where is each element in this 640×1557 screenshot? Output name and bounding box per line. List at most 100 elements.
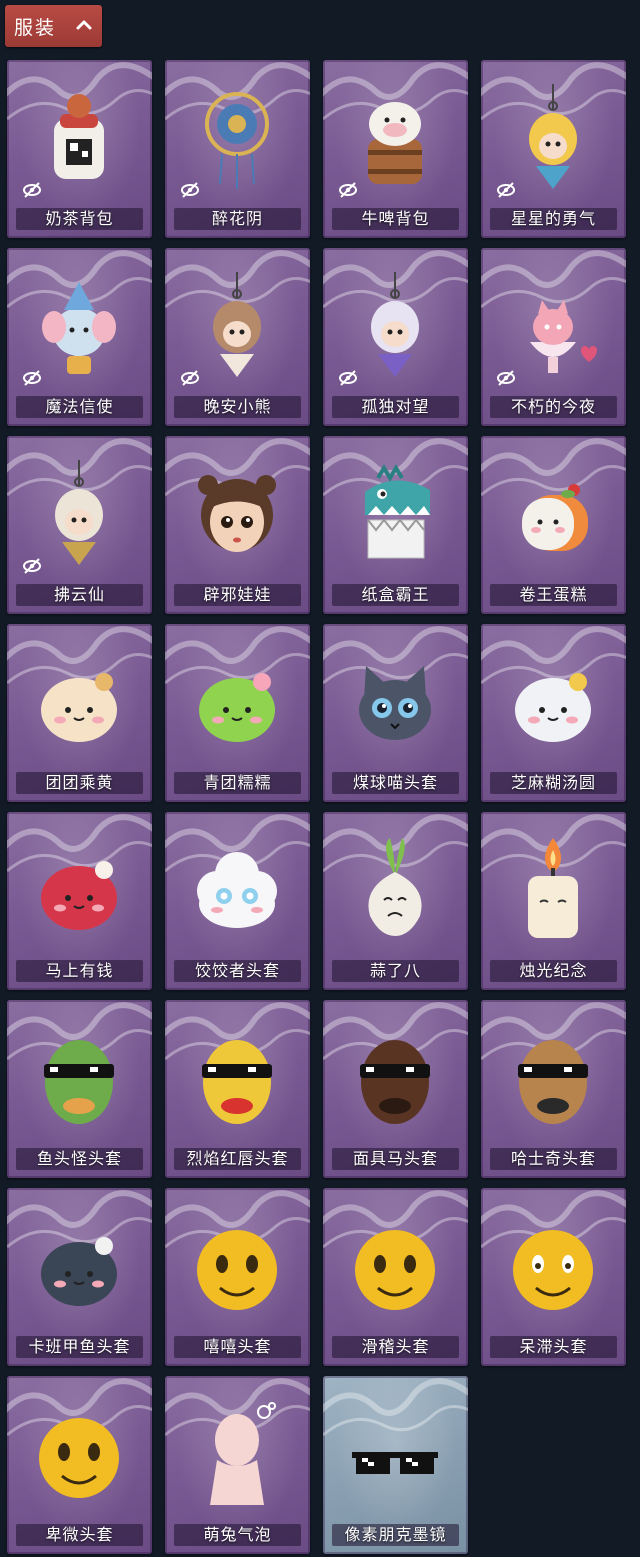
costume-name: 烛光纪念	[519, 961, 588, 980]
costume-artwork-round	[41, 861, 117, 930]
costume-card[interactable]: 卑微头套	[7, 1376, 152, 1554]
costume-artwork-mask	[518, 1040, 588, 1124]
costume-name: 萌兔气泡	[203, 1525, 272, 1544]
section-header-costumes[interactable]: 服装	[5, 5, 102, 47]
costume-card[interactable]: 晚安小熊	[165, 248, 310, 426]
costume-artwork-cloud	[197, 852, 277, 928]
costume-name: 卡班甲鱼头套	[28, 1337, 131, 1356]
costume-card[interactable]: 奶茶背包	[7, 60, 152, 238]
costume-name: 卑微头套	[45, 1525, 114, 1544]
eye-slash-icon[interactable]	[496, 180, 516, 200]
costume-name: 拂云仙	[53, 585, 105, 604]
costume-name: 烈焰红唇头套	[186, 1149, 289, 1168]
costume-card[interactable]: 牛啤背包	[323, 60, 468, 238]
costume-artwork-ornament	[205, 92, 269, 189]
costume-artwork-round	[515, 673, 591, 742]
costume-name: 团团乘黄	[45, 773, 114, 792]
costume-name: 面具马头套	[352, 1149, 438, 1168]
costume-card[interactable]: 纸盒霸王	[323, 436, 468, 614]
costume-card[interactable]: 孤独对望	[323, 248, 468, 426]
costume-name: 蒜了八	[369, 961, 421, 980]
costume-card[interactable]: 马上有钱	[7, 812, 152, 990]
costume-card[interactable]: 芝麻糊汤圆	[481, 624, 626, 802]
costume-artwork-figure	[210, 1402, 276, 1505]
costume-artwork-doll	[198, 475, 276, 552]
costume-artwork-dino	[365, 464, 430, 559]
costume-card[interactable]: 团团乘黄	[7, 624, 152, 802]
costume-artwork-round	[199, 673, 275, 742]
costume-artwork-garlic	[368, 838, 422, 936]
costume-name: 奶茶背包	[45, 209, 114, 228]
costume-card[interactable]: 像素朋克墨镜	[323, 1376, 468, 1554]
costume-artwork-charm	[213, 272, 261, 377]
costume-card[interactable]: 呆滞头套	[481, 1188, 626, 1366]
costume-artwork-backpack	[54, 94, 104, 179]
costume-name: 不朽的今夜	[510, 397, 596, 416]
costume-card[interactable]: 魔法信使	[7, 248, 152, 426]
costume-card[interactable]: 鱼头怪头套	[7, 1000, 152, 1178]
costume-artwork-roll	[522, 484, 588, 551]
costume-artwork-glasses	[352, 1452, 438, 1474]
costume-name: 魔法信使	[45, 397, 114, 416]
costume-card[interactable]: 蒜了八	[323, 812, 468, 990]
costume-artwork-emoji	[197, 1230, 277, 1310]
costume-card[interactable]: 不朽的今夜	[481, 248, 626, 426]
costume-artwork-round	[41, 1237, 117, 1306]
costume-card[interactable]: 面具马头套	[323, 1000, 468, 1178]
eye-slash-icon[interactable]	[496, 368, 516, 388]
costume-name: 鱼头怪头套	[36, 1149, 122, 1168]
costume-artwork-emoji	[355, 1230, 435, 1310]
costume-card[interactable]: 青团糯糯	[165, 624, 310, 802]
costume-card[interactable]: 烈焰红唇头套	[165, 1000, 310, 1178]
costume-name: 呆滞头套	[519, 1337, 588, 1356]
costume-card[interactable]: 煤球喵头套	[323, 624, 468, 802]
costume-name: 像素朋克墨镜	[344, 1525, 447, 1544]
eye-slash-icon[interactable]	[338, 368, 358, 388]
costume-name: 晚安小熊	[203, 397, 272, 416]
costume-name: 芝麻糊汤圆	[510, 773, 596, 792]
costume-artwork-sundae	[530, 300, 597, 373]
costume-card[interactable]: 萌兔气泡	[165, 1376, 310, 1554]
costume-artwork-elephant	[42, 282, 116, 374]
costume-card[interactable]: 星星的勇气	[481, 60, 626, 238]
costume-card[interactable]: 辟邪娃娃	[165, 436, 310, 614]
costume-name: 牛啤背包	[361, 209, 430, 228]
costume-artwork-mask	[44, 1040, 114, 1124]
costume-artwork-charm	[55, 460, 103, 565]
costume-artwork-mask	[360, 1040, 430, 1124]
costume-artwork-charm	[529, 84, 577, 189]
costume-name: 嘻嘻头套	[203, 1337, 272, 1356]
costume-name: 青团糯糯	[203, 773, 272, 792]
costume-name: 醉花阴	[211, 209, 263, 228]
section-title: 服装	[14, 16, 57, 39]
costume-artwork-charm	[371, 272, 419, 377]
costume-artwork-mask	[202, 1040, 272, 1124]
eye-slash-icon[interactable]	[338, 180, 358, 200]
costume-card[interactable]: 卷王蛋糕	[481, 436, 626, 614]
chevron-up-icon[interactable]	[74, 17, 94, 33]
costume-artwork-barrel	[368, 102, 422, 184]
eye-slash-icon[interactable]	[22, 180, 42, 200]
costume-card[interactable]: 烛光纪念	[481, 812, 626, 990]
costume-artwork-candle	[528, 838, 578, 938]
costume-artwork-emoji	[39, 1418, 119, 1498]
costume-card[interactable]: 嘻嘻头套	[165, 1188, 310, 1366]
costume-name: 孤独对望	[361, 397, 430, 416]
costume-name: 辟邪娃娃	[203, 585, 272, 604]
costume-name: 饺饺者头套	[194, 961, 280, 980]
costume-name: 纸盒霸王	[361, 585, 430, 604]
costume-name: 卷王蛋糕	[519, 585, 588, 604]
costume-name: 哈士奇头套	[510, 1149, 596, 1168]
eye-slash-icon[interactable]	[22, 556, 42, 576]
costume-artwork-emoji	[513, 1230, 593, 1310]
eye-slash-icon[interactable]	[180, 368, 200, 388]
costume-card[interactable]: 饺饺者头套	[165, 812, 310, 990]
costume-artwork-round	[41, 673, 117, 742]
costume-card[interactable]: 卡班甲鱼头套	[7, 1188, 152, 1366]
eye-slash-icon[interactable]	[180, 180, 200, 200]
costume-card[interactable]: 拂云仙	[7, 436, 152, 614]
costume-card[interactable]: 哈士奇头套	[481, 1000, 626, 1178]
costume-card[interactable]: 醉花阴	[165, 60, 310, 238]
eye-slash-icon[interactable]	[22, 368, 42, 388]
costume-card[interactable]: 滑稽头套	[323, 1188, 468, 1366]
